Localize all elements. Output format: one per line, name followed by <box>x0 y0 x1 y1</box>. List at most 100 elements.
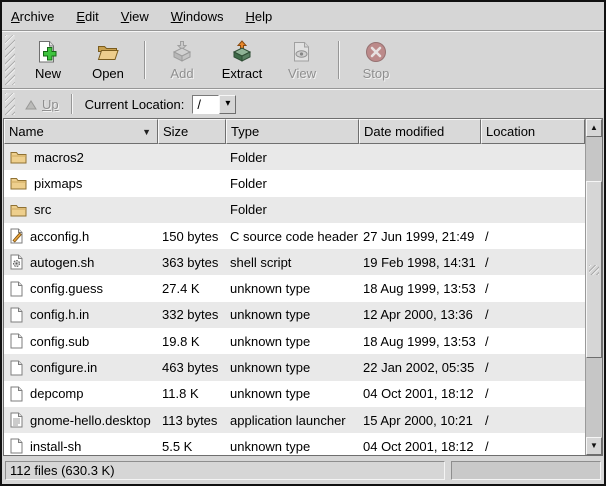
open-button[interactable]: Open <box>78 37 138 83</box>
file-size-cell: 27.4 K <box>158 281 226 296</box>
file-location-cell: / <box>481 439 585 454</box>
file-name: config.h.in <box>30 307 89 322</box>
plain-file-icon <box>10 360 23 376</box>
file-date-cell: 27 Jun 1999, 21:49 <box>359 229 481 244</box>
table-row[interactable]: config.guess27.4 Kunknown type18 Aug 199… <box>4 275 585 301</box>
file-date-cell: 12 Apr 2000, 13:36 <box>359 307 481 322</box>
location-combo[interactable]: / ▾ <box>192 95 236 114</box>
file-name-cell: install-sh <box>4 438 158 454</box>
scroll-down-button[interactable]: ▼ <box>586 437 602 455</box>
column-label: Type <box>231 124 259 139</box>
table-row[interactable]: gnome-hello.desktop 113 bytesapplication … <box>4 407 585 433</box>
locationbar-drag-handle[interactable] <box>5 93 15 115</box>
plain-file-icon <box>10 281 23 297</box>
column-header-location[interactable]: Location <box>481 119 585 144</box>
file-size-cell: 113 bytes <box>158 413 226 428</box>
table-row[interactable]: acconfig.h150 bytesC source code header2… <box>4 223 585 249</box>
table-row[interactable]: macros2Folder <box>4 144 585 170</box>
add-files-icon <box>170 39 194 65</box>
combo-dropdown-button[interactable]: ▾ <box>219 95 236 114</box>
file-size-cell: 5.5 K <box>158 439 226 454</box>
menu-view[interactable]: View <box>121 9 149 24</box>
arrow-down-icon: ▼ <box>590 442 598 450</box>
file-name-cell: config.guess <box>4 281 158 297</box>
file-name: pixmaps <box>34 176 82 191</box>
add-button-label: Add <box>170 66 193 81</box>
new-button[interactable]: New <box>18 37 78 83</box>
file-date-cell: 18 Aug 1999, 13:53 <box>359 334 481 349</box>
file-list: Name ▼ Size Type Date modified Location … <box>3 118 603 456</box>
toolbar-drag-handle[interactable] <box>5 35 15 85</box>
toolbar-separator <box>144 41 146 79</box>
extract-button-label: Extract <box>222 66 262 81</box>
file-size-cell: 332 bytes <box>158 307 226 322</box>
column-header-name[interactable]: Name ▼ <box>4 119 158 144</box>
file-type-cell: Folder <box>226 202 359 217</box>
column-header-size[interactable]: Size <box>158 119 226 144</box>
file-name-cell: src <box>4 202 158 217</box>
scrollbar-trough[interactable] <box>586 137 602 437</box>
table-body: macros2FolderpixmapsFolder src Folder accon… <box>4 144 585 455</box>
current-location-label: Current Location: <box>85 97 185 112</box>
menu-archive[interactable]: Archive <box>11 9 54 24</box>
up-button-label: Up <box>42 97 59 112</box>
status-bar: 112 files (630.3 K) <box>2 456 604 484</box>
file-location-cell: / <box>481 334 585 349</box>
table-row[interactable]: config.h.in332 bytesunknown type12 Apr 2… <box>4 302 585 328</box>
table-row[interactable]: depcomp11.8 Kunknown type04 Oct 2001, 18… <box>4 381 585 407</box>
file-name: gnome-hello.desktop <box>30 413 151 428</box>
extract-button[interactable]: Extract <box>212 37 272 83</box>
file-name: src <box>34 202 51 217</box>
file-name-cell: autogen.sh <box>4 254 158 270</box>
file-location-cell: / <box>481 360 585 375</box>
menu-edit[interactable]: Edit <box>76 9 98 24</box>
status-text: 112 files (630.3 K) <box>10 463 115 478</box>
file-type-cell: C source code header <box>226 229 359 244</box>
scrollbar-thumb[interactable] <box>586 181 602 358</box>
file-location-cell: / <box>481 229 585 244</box>
table-row[interactable]: src Folder <box>4 197 585 223</box>
file-name-cell: configure.in <box>4 360 158 376</box>
file-size-cell: 363 bytes <box>158 255 226 270</box>
file-size-cell: 150 bytes <box>158 229 226 244</box>
folder-icon <box>10 150 27 164</box>
column-label: Size <box>163 124 188 139</box>
table-row[interactable]: pixmapsFolder <box>4 170 585 196</box>
file-name-cell: depcomp <box>4 386 158 402</box>
file-location-cell: / <box>481 281 585 296</box>
menubar: Archive Edit View Windows Help <box>2 2 604 30</box>
sort-descending-icon: ▼ <box>142 127 153 137</box>
status-message-box: 112 files (630.3 K) <box>5 461 445 480</box>
column-header-date-modified[interactable]: Date modified <box>359 119 481 144</box>
scroll-up-button[interactable]: ▲ <box>586 119 602 137</box>
folder-icon <box>10 176 27 190</box>
table-row[interactable]: configure.in463 bytesunknown type22 Jan … <box>4 354 585 380</box>
location-combo-value[interactable]: / <box>192 95 219 114</box>
file-type-cell: unknown type <box>226 281 359 296</box>
table-row[interactable]: config.sub19.8 Kunknown type18 Aug 1999,… <box>4 328 585 354</box>
table-row[interactable]: autogen.sh363 bytesshell script19 Feb 19… <box>4 249 585 275</box>
menu-help[interactable]: Help <box>245 9 272 24</box>
arrow-up-icon: ▲ <box>590 124 598 132</box>
toolbar: New Open Add Extract View Stop <box>2 32 604 88</box>
file-name: macros2 <box>34 150 84 165</box>
column-header-type[interactable]: Type <box>226 119 359 144</box>
file-date-cell: 19 Feb 1998, 14:31 <box>359 255 481 270</box>
file-type-cell: shell script <box>226 255 359 270</box>
file-name-cell: macros2 <box>4 150 158 165</box>
open-archive-icon <box>96 39 120 65</box>
vertical-scrollbar[interactable]: ▲ ▼ <box>585 119 602 455</box>
locationbar-separator <box>71 94 73 114</box>
file-type-cell: application launcher <box>226 413 359 428</box>
file-name-cell: config.h.in <box>4 307 158 323</box>
script-icon <box>10 254 23 270</box>
file-name-cell: config.sub <box>4 333 158 349</box>
table-row[interactable]: install-sh5.5 Kunknown type04 Oct 2001, … <box>4 433 585 455</box>
menu-windows[interactable]: Windows <box>171 9 224 24</box>
file-date-cell: 22 Jan 2002, 05:35 <box>359 360 481 375</box>
file-date-cell: 15 Apr 2000, 10:21 <box>359 413 481 428</box>
file-location-cell: / <box>481 386 585 401</box>
up-icon <box>24 98 38 110</box>
stop-button-label: Stop <box>363 66 390 81</box>
file-name-cell: pixmaps <box>4 176 158 191</box>
